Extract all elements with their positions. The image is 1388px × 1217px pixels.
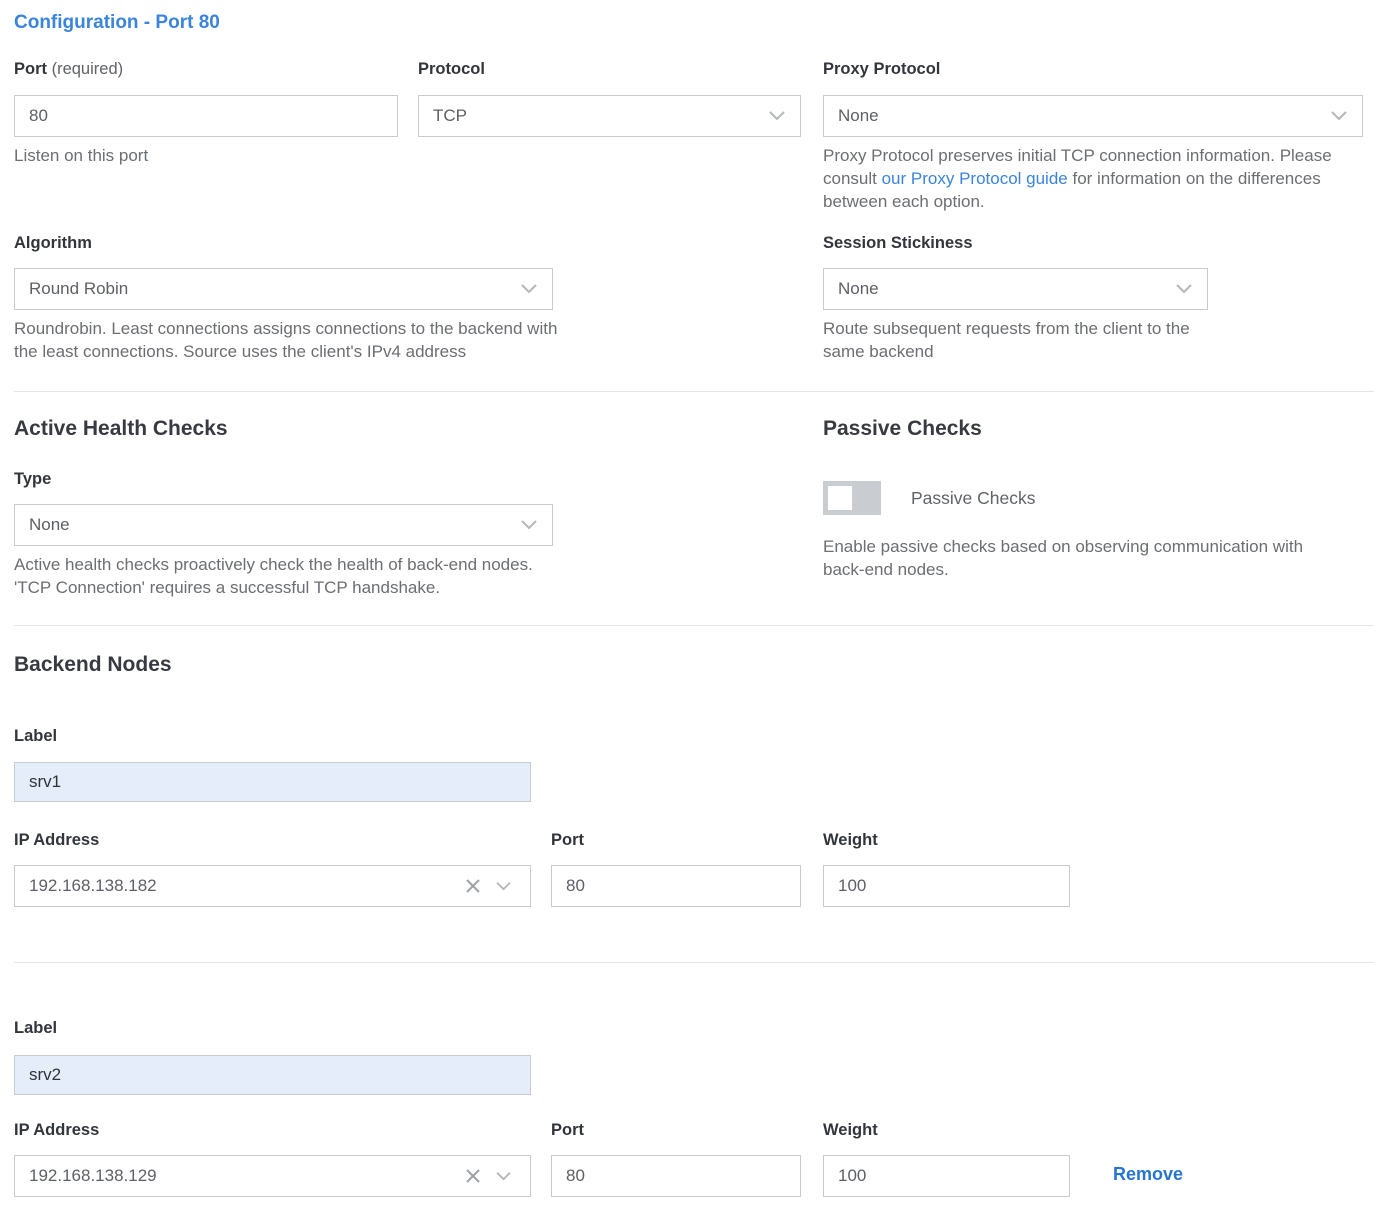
node2-weight-label: Weight xyxy=(823,1121,878,1140)
protocol-label: Protocol xyxy=(418,60,485,79)
proxy-protocol-select[interactable]: None xyxy=(823,95,1363,137)
chevron-down-icon xyxy=(768,106,786,126)
node1-ip-value: 192.168.138.182 xyxy=(29,876,458,896)
node1-label-input[interactable] xyxy=(14,762,531,802)
protocol-select-value: TCP xyxy=(433,106,467,126)
passive-checks-heading: Passive Checks xyxy=(823,417,982,441)
passive-checks-toggle-label: Passive Checks xyxy=(911,488,1036,509)
node2-ip-label: IP Address xyxy=(14,1121,99,1140)
clear-icon[interactable] xyxy=(458,1161,488,1191)
node-divider xyxy=(14,962,1374,963)
chevron-down-icon[interactable] xyxy=(488,1161,518,1191)
clear-icon[interactable] xyxy=(458,871,488,901)
toggle-knob xyxy=(828,486,852,510)
passive-checks-toggle[interactable] xyxy=(823,481,881,515)
proxy-protocol-select-value: None xyxy=(838,106,879,126)
node1-weight-label: Weight xyxy=(823,831,878,850)
node2-port-input[interactable] xyxy=(551,1155,801,1197)
section-divider xyxy=(14,625,1374,626)
node2-ip-combobox[interactable]: 192.168.138.129 xyxy=(14,1155,531,1197)
node2-weight-input[interactable] xyxy=(823,1155,1070,1197)
algorithm-helper-text: Roundrobin. Least connections assigns co… xyxy=(14,317,574,363)
backend-nodes-heading: Backend Nodes xyxy=(14,653,172,677)
passive-checks-helper-text: Enable passive checks based on observing… xyxy=(823,535,1343,581)
node1-port-label: Port xyxy=(551,831,584,850)
health-check-type-label: Type xyxy=(14,470,51,489)
chevron-down-icon xyxy=(520,515,538,535)
section-divider xyxy=(14,391,1374,392)
health-check-type-select[interactable]: None xyxy=(14,504,553,546)
session-stickiness-select[interactable]: None xyxy=(823,268,1208,310)
node2-port-label: Port xyxy=(551,1121,584,1140)
chevron-down-icon xyxy=(1330,106,1348,126)
chevron-down-icon[interactable] xyxy=(488,871,518,901)
algorithm-select[interactable]: Round Robin xyxy=(14,268,553,310)
remove-node-button[interactable]: Remove xyxy=(1113,1164,1183,1185)
node1-port-input[interactable] xyxy=(551,865,801,907)
node2-label-label: Label xyxy=(14,1019,57,1038)
active-health-checks-helper-text: Active health checks proactively check t… xyxy=(14,553,534,599)
node2-ip-value: 192.168.138.129 xyxy=(29,1166,458,1186)
node1-ip-label: IP Address xyxy=(14,831,99,850)
port-label: Port (required) xyxy=(14,60,123,79)
proxy-protocol-helper-text: Proxy Protocol preserves initial TCP con… xyxy=(823,144,1371,213)
algorithm-select-value: Round Robin xyxy=(29,279,128,299)
health-check-type-select-value: None xyxy=(29,515,70,535)
protocol-select[interactable]: TCP xyxy=(418,95,801,137)
session-stickiness-label: Session Stickiness xyxy=(823,234,973,253)
node1-ip-combobox[interactable]: 192.168.138.182 xyxy=(14,865,531,907)
chevron-down-icon xyxy=(520,279,538,299)
proxy-protocol-guide-link[interactable]: our Proxy Protocol guide xyxy=(882,169,1068,188)
node1-weight-input[interactable] xyxy=(823,865,1070,907)
port-input[interactable] xyxy=(14,95,398,137)
port-helper-text: Listen on this port xyxy=(14,144,148,167)
chevron-down-icon xyxy=(1175,279,1193,299)
session-stickiness-select-value: None xyxy=(838,279,879,299)
port-required-suffix: (required) xyxy=(52,60,124,78)
configuration-title-link[interactable]: Configuration - Port 80 xyxy=(14,12,220,34)
nodebalancer-config-page: Configuration - Port 80 Port (required) … xyxy=(0,0,1388,1217)
algorithm-label: Algorithm xyxy=(14,234,92,253)
proxy-protocol-label: Proxy Protocol xyxy=(823,60,940,79)
active-health-checks-heading: Active Health Checks xyxy=(14,417,228,441)
node1-label-label: Label xyxy=(14,727,57,746)
node2-label-input[interactable] xyxy=(14,1055,531,1095)
session-stickiness-helper-text: Route subsequent requests from the clien… xyxy=(823,317,1203,363)
